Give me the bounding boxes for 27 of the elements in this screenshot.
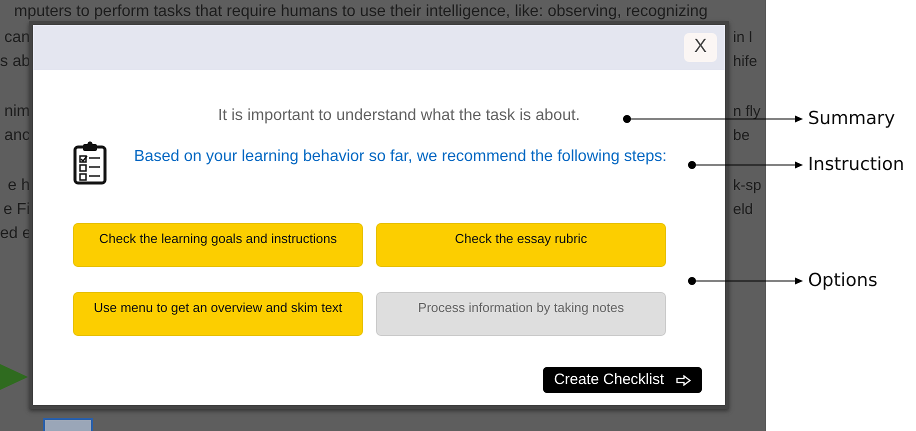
page-text: mputers to perform tasks that require humans to use their intelligence, like: observing, recognizing: [13, 2, 709, 22]
page-text: k-sp: [733, 176, 762, 196]
instruction-text: Based on your learning behavior so far, we recommend the following steps:: [134, 147, 668, 167]
page-text: n fly: [733, 102, 762, 122]
page-text: hife: [733, 52, 758, 72]
page-text: e h: [6, 176, 30, 196]
page-text: e Fi: [2, 200, 30, 220]
page-text: anc: [3, 126, 30, 146]
page-text: be: [733, 126, 751, 146]
annotation-label: Summary: [808, 107, 895, 131]
page-text: eld: [733, 200, 754, 220]
create-checklist-button[interactable]: Create Checklist: [542, 367, 702, 393]
arrow-right-icon: [676, 374, 691, 386]
page-text: nim: [3, 102, 30, 122]
option-button[interactable]: Check the learning goals and instructions: [73, 223, 363, 267]
page-text: in l: [733, 28, 754, 48]
arrow-icon: [0, 362, 30, 392]
option-button[interactable]: Process information by taking notes: [376, 292, 666, 336]
option-button[interactable]: Use menu to get an overview and skim text: [73, 292, 363, 336]
option-button[interactable]: Check the essay rubric: [376, 223, 666, 267]
page-text: s ab: [0, 52, 30, 72]
page-text: can: [3, 28, 30, 48]
close-button[interactable]: X: [684, 33, 717, 62]
clipboard-icon: [73, 141, 107, 185]
summary-text: It is important to understand what the task is about.: [217, 106, 580, 126]
annotation-label: Options: [808, 269, 878, 293]
annotation-label: Instruction: [808, 153, 904, 177]
